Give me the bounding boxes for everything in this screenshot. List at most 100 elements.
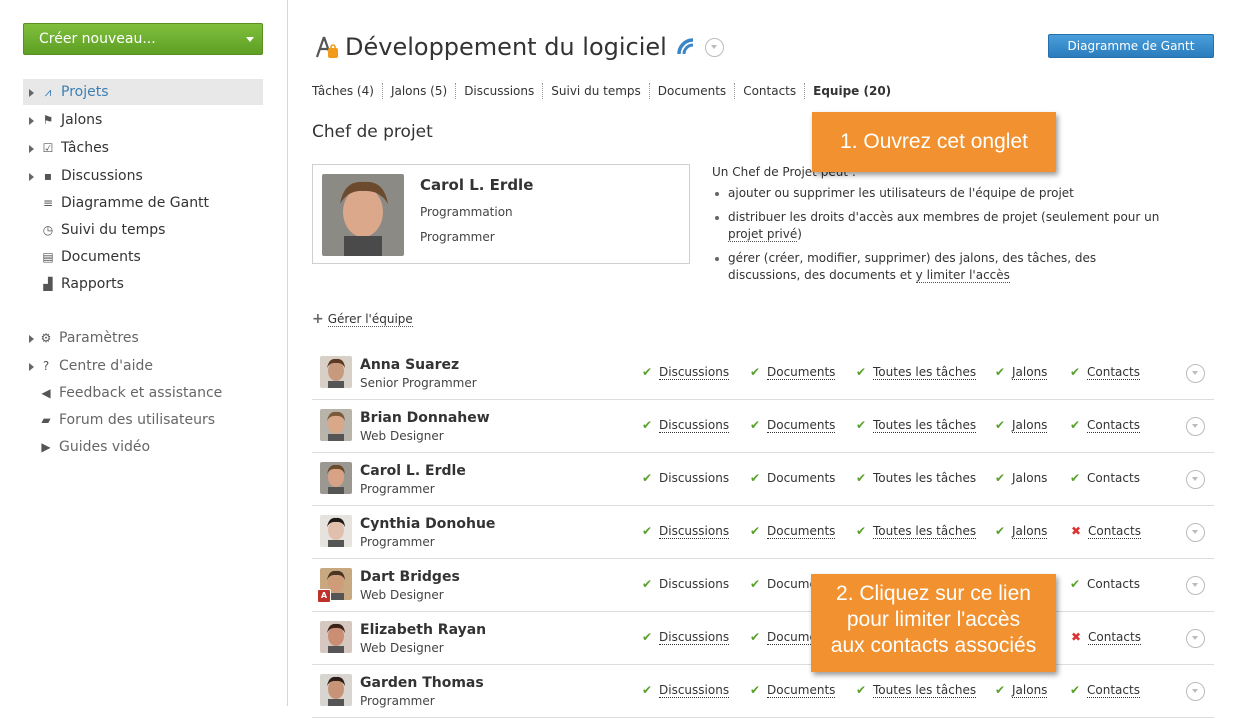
permission-discussions[interactable]: ✔ Discussions [639, 365, 730, 380]
sidebar-item-feedback-et-assistance[interactable]: ◀ Feedback et assistance [23, 380, 263, 406]
member-avatar [320, 409, 352, 441]
permission-contacts[interactable]: ✖ Contacts [1068, 524, 1141, 539]
sidebar-item-t-ches[interactable]: ☑ Tâches [23, 135, 263, 161]
megaphone-icon: ◀ [41, 386, 51, 400]
permission-discussions[interactable]: ✔ Discussions [639, 418, 730, 433]
check-icon: ✔ [1069, 471, 1081, 485]
limit-access-link[interactable]: y limiter l'accès [915, 268, 1010, 283]
permission-toutes-les-t-ches[interactable]: ✔ Toutes les tâches [853, 524, 977, 539]
expand-arrow-icon[interactable] [29, 117, 34, 125]
member-menu-chevron-icon[interactable] [1186, 682, 1205, 701]
permission-toutes-les-t-ches[interactable]: ✔ Toutes les tâches [853, 683, 977, 698]
permission-label: Contacts [1087, 365, 1140, 380]
permission-jalons[interactable]: ✔ Jalons [992, 365, 1048, 380]
member-menu-chevron-icon[interactable] [1186, 523, 1205, 542]
team-member-row: Elizabeth Rayan Web Designer ✔ Discussions ✔… [312, 612, 1214, 665]
member-menu-chevron-icon[interactable] [1186, 576, 1205, 595]
chart-icon: ▟ [43, 277, 53, 291]
permission-jalons[interactable]: ✔ Jalons [992, 418, 1048, 433]
permission-contacts[interactable]: ✔ Contacts [1067, 365, 1140, 380]
chat-icon: ▪ [43, 169, 53, 183]
check-icon: ✔ [855, 471, 867, 485]
create-new-label: Créer nouveau... [39, 31, 156, 47]
sidebar-item-param-tres[interactable]: ⚙ Paramètres [23, 325, 263, 351]
permission-contacts[interactable]: ✖ Contacts [1068, 630, 1141, 645]
tab-equipe-20[interactable]: Equipe (20) [804, 83, 899, 99]
main-content: Développement du logiciel Diagramme de G… [312, 0, 1214, 718]
permission-jalons[interactable]: ✔ Jalons [992, 524, 1048, 539]
sidebar-item-guides-vid-o[interactable]: ▶ Guides vidéo [23, 434, 263, 460]
permission-label: Contacts [1088, 630, 1141, 645]
sidebar: Créer nouveau... ⩘ Projets ⚑ Jalons ☑ Tâches ▪… [0, 0, 288, 706]
feed-icon[interactable] [677, 38, 695, 56]
expand-arrow-icon[interactable] [29, 145, 34, 153]
sidebar-item-jalons[interactable]: ⚑ Jalons [23, 107, 263, 133]
expand-arrow-icon[interactable] [29, 89, 34, 97]
permission-discussions[interactable]: ✔ Discussions [639, 683, 730, 698]
sidebar-item-projets[interactable]: ⩘ Projets [23, 79, 263, 105]
sidebar-item-diagramme-de-gantt[interactable]: ≡ Diagramme de Gantt [23, 190, 263, 216]
member-name: Cynthia Donohue [360, 516, 496, 532]
permission-contacts: ✔ Contacts [1067, 577, 1140, 591]
project-manager-name: Carol L. Erdle [420, 176, 534, 194]
team-member-row: Brian Donnahew Web Designer ✔ Discussions ✔ D… [312, 400, 1214, 453]
permission-label: Discussions [659, 524, 730, 539]
check-icon: ✔ [855, 683, 867, 697]
permission-toutes-les-t-ches[interactable]: ✔ Toutes les tâches [853, 418, 977, 433]
permission-documents[interactable]: ✔ Documents [747, 365, 836, 380]
check-icon: ✔ [855, 524, 867, 538]
private-project-link[interactable]: projet privé [728, 227, 798, 242]
check-icon: ✔ [1069, 577, 1081, 591]
expand-arrow-icon[interactable] [29, 363, 34, 371]
tab-documents[interactable]: Documents [648, 83, 734, 99]
member-menu-chevron-icon[interactable] [1186, 470, 1205, 489]
permission-discussions[interactable]: ✔ Discussions [639, 630, 730, 645]
project-title: Développement du logiciel [345, 33, 667, 61]
info-item-text: gérer (créer, modifier, supprimer) des j… [728, 251, 1097, 282]
team-member-row: Carol L. Erdle Programmer ✔ Discussions ✔ Doc… [312, 453, 1214, 506]
permission-documents[interactable]: ✔ Documents [747, 683, 836, 698]
tab-discussions[interactable]: Discussions [455, 83, 542, 99]
permission-discussions: ✔ Discussions [639, 577, 729, 591]
member-menu-chevron-icon[interactable] [1186, 364, 1205, 383]
permission-contacts[interactable]: ✔ Contacts [1067, 418, 1140, 433]
permission-toutes-les-t-ches[interactable]: ✔ Toutes les tâches [853, 365, 977, 380]
sidebar-item-centre-d-aide[interactable]: ? Centre d'aide [23, 353, 263, 379]
project-title-bar: Développement du logiciel [312, 30, 724, 64]
sidebar-item-forum-des-utilisateurs[interactable]: ▰ Forum des utilisateurs [23, 407, 263, 433]
member-name: Dart Bridges [360, 569, 460, 585]
expand-arrow-icon[interactable] [29, 335, 34, 343]
permission-documents[interactable]: ✔ Documents [747, 418, 836, 433]
permission-label: Discussions [659, 365, 730, 380]
sidebar-item-label: Diagramme de Gantt [61, 195, 210, 211]
permission-contacts[interactable]: ✔ Contacts [1067, 683, 1140, 698]
check-icon: ✔ [641, 577, 653, 591]
member-menu-chevron-icon[interactable] [1186, 417, 1205, 436]
info-item-text: distribuer les droits d'accès aux membre… [728, 210, 1160, 224]
permission-jalons[interactable]: ✔ Jalons [992, 683, 1048, 698]
permission-label: Jalons [1012, 471, 1048, 485]
project-manager-department: Programmation [420, 205, 513, 219]
sidebar-item-discussions[interactable]: ▪ Discussions [23, 163, 263, 189]
gantt-chart-button[interactable]: Diagramme de Gantt [1048, 34, 1214, 58]
check-icon: ✔ [1069, 418, 1081, 432]
project-menu-chevron-icon[interactable] [704, 37, 724, 57]
permission-documents[interactable]: ✔ Documents [747, 524, 836, 539]
sidebar-item-suivi-du-temps[interactable]: ◷ Suivi du temps [23, 217, 263, 243]
play-icon: ▶ [41, 440, 51, 454]
team-member-row: A Dart Bridges Web Designer ✔ Discussions ✔ Do… [312, 559, 1214, 612]
tab-suivi-du-temps[interactable]: Suivi du temps [542, 83, 649, 99]
permission-label: Documents [767, 683, 836, 698]
create-new-button[interactable]: Créer nouveau... [23, 23, 263, 55]
permission-label: Contacts [1087, 683, 1140, 698]
expand-arrow-icon[interactable] [29, 173, 34, 181]
tab-t-ches-4[interactable]: Tâches (4) [312, 83, 382, 99]
member-menu-chevron-icon[interactable] [1186, 629, 1205, 648]
manage-team-link[interactable]: + Gérer l'équipe [312, 311, 413, 327]
sidebar-item-rapports[interactable]: ▟ Rapports [23, 271, 263, 297]
permission-discussions[interactable]: ✔ Discussions [639, 524, 730, 539]
check-icon: ✔ [855, 418, 867, 432]
tab-jalons-5[interactable]: Jalons (5) [381, 83, 455, 99]
tab-contacts[interactable]: Contacts [734, 83, 804, 99]
sidebar-item-documents[interactable]: ▤ Documents [23, 244, 263, 270]
